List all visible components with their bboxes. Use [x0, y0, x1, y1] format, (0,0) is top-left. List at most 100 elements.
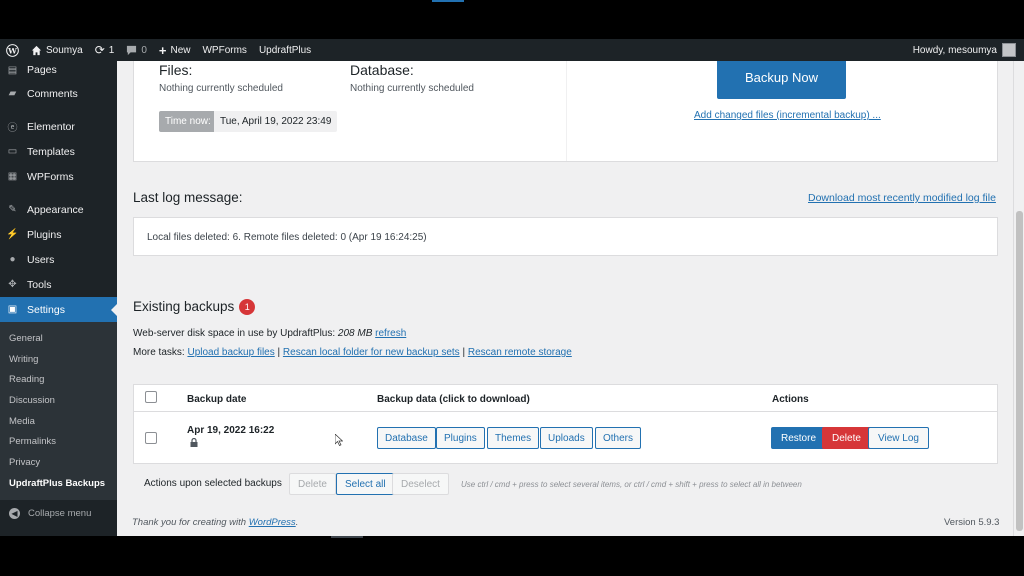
- plugins-icon: ⚡: [6, 229, 19, 240]
- admin-sidebar: ▤ Pages ▰ Comments ⓔ Elementor ▭ Templates ▦…: [0, 61, 117, 536]
- row-checkbox[interactable]: [145, 432, 157, 444]
- download-themes-button[interactable]: Themes: [487, 427, 540, 449]
- download-uploads-button[interactable]: Uploads: [540, 427, 593, 449]
- submenu-privacy[interactable]: Privacy: [0, 452, 117, 473]
- bulk-actions-bar: Actions upon selected backups Delete Sel…: [133, 470, 998, 498]
- download-log-link[interactable]: Download most recently modified log file: [808, 192, 996, 204]
- video-letterbox-top: [0, 0, 1024, 39]
- submenu-media[interactable]: Media: [0, 411, 117, 432]
- new-content-menu[interactable]: + New: [153, 39, 197, 61]
- sidebar-item-templates[interactable]: ▭ Templates: [0, 139, 117, 164]
- select-all-button[interactable]: Select all: [336, 473, 395, 495]
- card-divider: [566, 61, 567, 161]
- wordpress-icon: W: [6, 43, 19, 57]
- download-others-button[interactable]: Others: [595, 427, 642, 449]
- last-log-title: Last log message:: [133, 190, 243, 205]
- sidebar-item-appearance[interactable]: ✎ Appearance: [0, 197, 117, 222]
- scrollbar-thumb[interactable]: [1016, 211, 1023, 531]
- incremental-backup-link[interactable]: Add changed files (incremental backup) .…: [694, 110, 881, 121]
- submenu-reading[interactable]: Reading: [0, 369, 117, 390]
- header-backup-data: Backup data (click to download): [377, 394, 530, 405]
- updates-menu[interactable]: ⟳ 1: [89, 39, 121, 61]
- updates-icon: ⟳: [94, 43, 105, 57]
- select-all-checkbox[interactable]: [145, 391, 157, 403]
- bulk-delete-button[interactable]: Delete: [289, 473, 336, 495]
- submenu-permalinks[interactable]: Permalinks: [0, 431, 117, 452]
- disk-usage-value: 208 MB: [337, 328, 373, 339]
- collapse-menu-button[interactable]: ◀ Collapse menu: [0, 500, 117, 528]
- wpforms-adminbar-menu[interactable]: WPForms: [196, 39, 252, 61]
- wordpress-logo-menu[interactable]: W: [0, 39, 25, 61]
- sidebar-item-label: Tools: [27, 278, 52, 291]
- submenu-general[interactable]: General: [0, 328, 117, 349]
- progress-blip: [432, 0, 464, 2]
- sidebar-item-wpforms[interactable]: ▦ WPForms: [0, 164, 117, 189]
- submenu-discussion[interactable]: Discussion: [0, 390, 117, 411]
- delete-button[interactable]: Delete: [822, 427, 871, 449]
- comments-menu[interactable]: 0: [120, 39, 153, 61]
- refresh-link[interactable]: refresh: [375, 328, 406, 339]
- footer-thanks-text: Thank you for creating with: [132, 517, 247, 528]
- disk-usage-label: Web-server disk space in use by UpdraftP…: [133, 328, 336, 339]
- wpforms-icon: ▦: [7, 171, 18, 182]
- bulk-selection-hint: Use ctrl / cmd + press to select several…: [461, 480, 802, 489]
- page-scrollbar[interactable]: [1013, 61, 1024, 536]
- backup-count-badge: 1: [239, 299, 256, 315]
- existing-backups-title: Existing backups: [133, 299, 235, 314]
- svg-text:W: W: [7, 46, 17, 55]
- download-plugins-button[interactable]: Plugins: [436, 427, 485, 449]
- rescan-remote-link[interactable]: Rescan remote storage: [468, 347, 572, 358]
- backups-table: Backup date Backup data (click to downlo…: [133, 384, 998, 464]
- collapse-menu-label: Collapse menu: [28, 508, 92, 519]
- comment-bubble-icon: [127, 45, 137, 55]
- my-account-menu[interactable]: Howdy, mesoumya: [913, 43, 1024, 57]
- sidebar-item-comments[interactable]: ▰ Comments: [0, 81, 117, 106]
- lock-icon: [190, 438, 198, 447]
- upload-backup-files-link[interactable]: Upload backup files: [187, 347, 274, 358]
- home-icon: [31, 45, 42, 55]
- sidebar-item-settings[interactable]: ▣ Settings: [0, 297, 117, 322]
- header-backup-date: Backup date: [187, 394, 247, 405]
- submenu-writing[interactable]: Writing: [0, 349, 117, 370]
- sidebar-item-users[interactable]: ● Users: [0, 247, 117, 272]
- rescan-local-link[interactable]: Rescan local folder for new backup sets: [283, 347, 460, 358]
- sidebar-item-label: Settings: [27, 303, 65, 316]
- sidebar-item-pages[interactable]: ▤ Pages: [0, 59, 117, 81]
- tools-icon: ✥: [8, 279, 17, 290]
- view-log-button[interactable]: View Log: [868, 427, 929, 449]
- sidebar-item-elementor[interactable]: ⓔ Elementor: [0, 114, 117, 139]
- elementor-icon: ⓔ: [7, 123, 18, 134]
- footer-thanks: Thank you for creating with WordPress.: [132, 517, 298, 528]
- updraftplus-adminbar-menu[interactable]: UpdraftPlus: [253, 39, 317, 61]
- settings-icon: ▣: [7, 304, 18, 315]
- bulk-actions-label: Actions upon selected backups: [144, 478, 282, 489]
- wordpress-link[interactable]: WordPress: [249, 517, 296, 528]
- plus-icon: +: [158, 42, 167, 58]
- sidebar-item-plugins[interactable]: ⚡ Plugins: [0, 222, 117, 247]
- sidebar-item-label: Pages: [27, 64, 57, 76]
- updraftplus-adminbar-label: UpdraftPlus: [258, 44, 312, 56]
- site-name-menu[interactable]: Soumya: [25, 39, 89, 61]
- deselect-button[interactable]: Deselect: [392, 473, 449, 495]
- sidebar-item-label: Elementor: [27, 120, 75, 133]
- footer-period: .: [295, 517, 299, 528]
- header-actions: Actions: [772, 394, 809, 405]
- log-message-box: Local files deleted: 6. Remote files del…: [133, 217, 998, 256]
- backup-now-button[interactable]: Backup Now: [717, 61, 846, 99]
- comments-icon: ▰: [8, 88, 17, 99]
- download-database-button[interactable]: Database: [377, 427, 436, 449]
- sidebar-item-label: Appearance: [27, 203, 84, 216]
- submenu-updraftplus-backups[interactable]: UpdraftPlus Backups: [0, 473, 117, 494]
- sidebar-item-label: WPForms: [27, 170, 74, 183]
- sidebar-item-label: Users: [27, 253, 55, 266]
- sidebar-item-label: Plugins: [27, 228, 62, 241]
- updates-count: 1: [108, 44, 115, 56]
- files-title: Files:: [159, 62, 193, 78]
- progress-blip: [331, 536, 363, 538]
- howdy-text: Howdy, mesoumya: [912, 44, 997, 56]
- avatar: [1002, 43, 1016, 57]
- task-separator: |: [277, 347, 281, 358]
- time-now-label: Time now:: [159, 111, 217, 132]
- restore-button[interactable]: Restore: [771, 427, 827, 449]
- sidebar-item-tools[interactable]: ✥ Tools: [0, 272, 117, 297]
